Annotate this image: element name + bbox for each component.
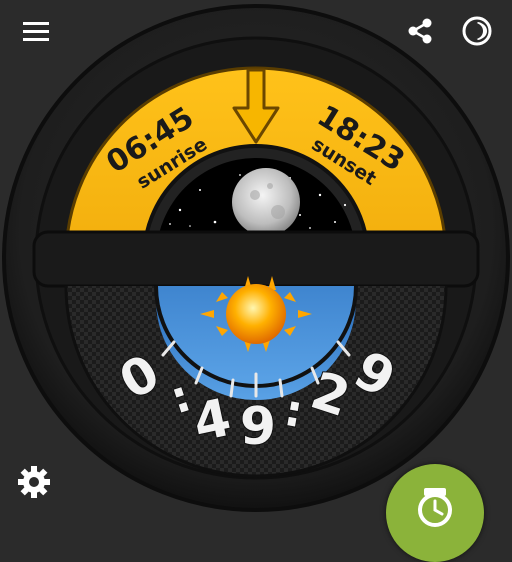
top-toolbar (0, 0, 512, 64)
watch-sync-icon (418, 488, 452, 527)
full-moon-icon (232, 168, 300, 236)
watch-face: 06:45 sunrise 18:23 sunset 0: 4 9: 2 9 (0, 0, 512, 512)
clock-digit: 9 (240, 397, 276, 457)
watch-sync-fab-button[interactable] (386, 464, 484, 562)
hamburger-menu-icon[interactable] (16, 11, 56, 51)
gear-icon[interactable] (14, 462, 54, 502)
half-moon-theme-icon[interactable] (457, 11, 497, 51)
share-icon[interactable] (400, 11, 440, 51)
